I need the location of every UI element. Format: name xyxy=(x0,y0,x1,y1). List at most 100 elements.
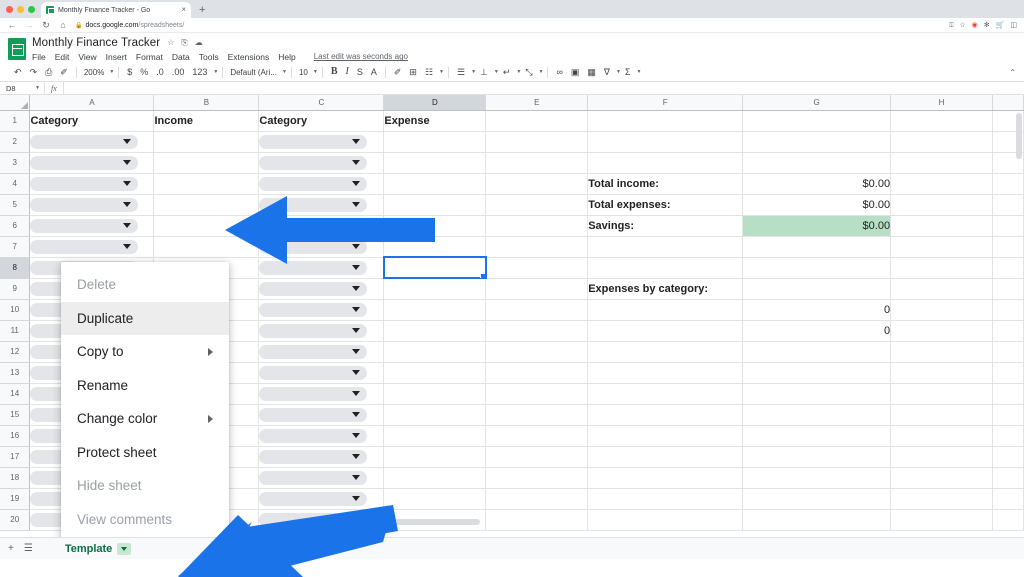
menu-data[interactable]: Data xyxy=(172,52,190,62)
category-dropdown-chip[interactable] xyxy=(30,239,139,254)
cell-e1[interactable] xyxy=(485,110,589,132)
decrease-decimal-icon[interactable]: .0 xyxy=(152,67,168,77)
cell-c17[interactable] xyxy=(258,446,385,468)
cell-i19[interactable] xyxy=(992,488,1024,510)
cell-h12[interactable] xyxy=(890,341,993,363)
cell-g18[interactable] xyxy=(742,467,892,489)
cell-c2[interactable] xyxy=(258,131,385,153)
cell-d5[interactable] xyxy=(383,194,487,216)
cell-f17[interactable] xyxy=(587,446,744,468)
cell-i4[interactable] xyxy=(992,173,1024,195)
column-header-c[interactable]: C xyxy=(258,95,385,111)
cell-e13[interactable] xyxy=(485,362,589,384)
chevron-down-icon[interactable]: ▼ xyxy=(109,69,114,75)
menu-help[interactable]: Help xyxy=(278,52,295,62)
row-header-17[interactable]: 17 xyxy=(0,446,31,468)
cell-d10[interactable] xyxy=(383,299,487,321)
sheet-tab-menu-icon[interactable] xyxy=(117,542,132,555)
context-menu-item-view-comments[interactable]: View comments xyxy=(61,503,229,537)
cell-c6[interactable] xyxy=(258,215,385,237)
cell-e19[interactable] xyxy=(485,488,589,510)
cell-f10[interactable] xyxy=(587,299,744,321)
cell-e3[interactable] xyxy=(485,152,589,174)
select-all-corner[interactable] xyxy=(0,95,31,111)
increase-decimal-icon[interactable]: .00 xyxy=(168,67,189,77)
strikethrough-button[interactable]: S xyxy=(353,67,367,77)
column-header-f[interactable]: F xyxy=(587,95,744,111)
bold-button[interactable]: B xyxy=(327,67,342,77)
context-menu-item-rename[interactable]: Rename xyxy=(61,369,229,403)
extensions-icon[interactable]: ✻ xyxy=(984,22,990,29)
cell-h2[interactable] xyxy=(890,131,993,153)
cell-e11[interactable] xyxy=(485,320,589,342)
column-header-d[interactable]: D xyxy=(383,95,487,111)
paint-format-icon[interactable]: ✐ xyxy=(56,67,72,77)
print-icon[interactable]: ⎙ xyxy=(41,67,56,77)
star-icon[interactable]: ☆ xyxy=(167,38,174,47)
category-dropdown-chip[interactable] xyxy=(259,281,368,296)
cell-f8[interactable] xyxy=(587,257,744,279)
cell-f4[interactable]: Total income: xyxy=(587,173,744,195)
cell-b1[interactable]: Income xyxy=(153,110,260,132)
category-dropdown-chip[interactable] xyxy=(259,176,368,191)
cell-d2[interactable] xyxy=(383,131,487,153)
maximize-window-button[interactable] xyxy=(28,5,35,13)
cell-a3[interactable] xyxy=(29,152,155,174)
cell-d13[interactable] xyxy=(383,362,487,384)
cell-d1[interactable]: Expense xyxy=(383,110,487,132)
cell-g17[interactable] xyxy=(742,446,892,468)
cell-f9[interactable]: Expenses by category: xyxy=(587,278,744,300)
cell-i7[interactable] xyxy=(992,236,1024,258)
text-wrap-icon[interactable]: ↵ xyxy=(499,67,515,77)
cell-b4[interactable] xyxy=(153,173,260,195)
category-dropdown-chip[interactable] xyxy=(259,134,368,149)
horizontal-scrollbar[interactable] xyxy=(290,519,480,525)
row-header-4[interactable]: 4 xyxy=(0,173,31,195)
name-box[interactable]: D8 ▼ xyxy=(0,84,44,93)
cell-f14[interactable] xyxy=(587,383,744,405)
menu-view[interactable]: View xyxy=(78,52,96,62)
cell-c9[interactable] xyxy=(258,278,385,300)
cell-i17[interactable] xyxy=(992,446,1024,468)
context-menu-item-protect-sheet[interactable]: Protect sheet xyxy=(61,436,229,470)
category-dropdown-chip[interactable] xyxy=(30,134,139,149)
close-window-button[interactable] xyxy=(6,5,13,13)
row-header-2[interactable]: 2 xyxy=(0,131,31,153)
row-header-5[interactable]: 5 xyxy=(0,194,31,216)
cell-h14[interactable] xyxy=(890,383,993,405)
row-header-20[interactable]: 20 xyxy=(0,509,31,531)
context-menu-item-duplicate[interactable]: Duplicate xyxy=(61,301,229,335)
cell-i15[interactable] xyxy=(992,404,1024,426)
row-header-16[interactable]: 16 xyxy=(0,425,31,447)
cell-b7[interactable] xyxy=(153,236,260,258)
cell-g6[interactable]: $0.00 xyxy=(742,215,892,237)
menu-format[interactable]: Format xyxy=(136,52,163,62)
category-dropdown-chip[interactable] xyxy=(259,344,368,359)
back-icon[interactable]: ← xyxy=(7,20,17,30)
fill-color-icon[interactable]: ✐ xyxy=(390,67,406,77)
chevron-down-icon[interactable]: ▼ xyxy=(282,69,287,75)
cell-g5[interactable]: $0.00 xyxy=(742,194,892,216)
vertical-scrollbar[interactable] xyxy=(1016,113,1022,159)
category-dropdown-chip[interactable] xyxy=(30,197,139,212)
record-icon[interactable]: ◉ xyxy=(972,22,978,29)
menu-extensions[interactable]: Extensions xyxy=(228,52,270,62)
cell-c16[interactable] xyxy=(258,425,385,447)
undo-icon[interactable]: ↶ xyxy=(10,67,26,77)
cell-c5[interactable] xyxy=(258,194,385,216)
row-header-8[interactable]: 8 xyxy=(0,257,31,279)
sheet-tab-template[interactable]: Template xyxy=(65,542,132,555)
chevron-down-icon[interactable]: ▼ xyxy=(636,69,641,75)
cell-a7[interactable] xyxy=(29,236,155,258)
cell-e6[interactable] xyxy=(485,215,589,237)
cell-h19[interactable] xyxy=(890,488,993,510)
cell-d12[interactable] xyxy=(383,341,487,363)
cell-d19[interactable] xyxy=(383,488,487,510)
currency-format-icon[interactable]: $ xyxy=(123,67,136,77)
category-dropdown-chip[interactable] xyxy=(30,155,139,170)
functions-icon[interactable]: Σ xyxy=(621,67,635,77)
bookmark-star-icon[interactable]: ☆ xyxy=(959,22,965,29)
cell-c13[interactable] xyxy=(258,362,385,384)
cell-g7[interactable] xyxy=(742,236,892,258)
cell-f11[interactable] xyxy=(587,320,744,342)
